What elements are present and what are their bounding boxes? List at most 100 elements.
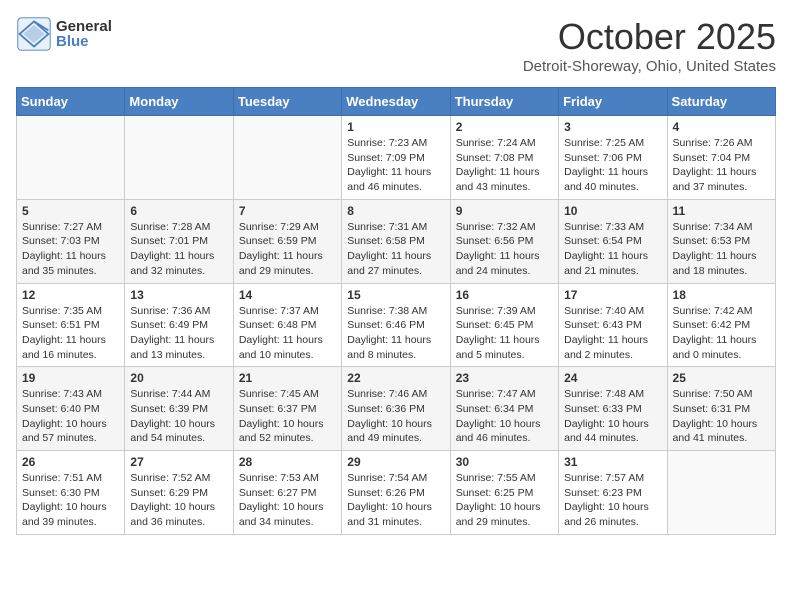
day-number: 31 [564, 455, 661, 469]
day-number: 24 [564, 371, 661, 385]
calendar-cell [233, 116, 341, 200]
logo-icon [16, 16, 52, 52]
day-number: 15 [347, 288, 444, 302]
day-number: 28 [239, 455, 336, 469]
calendar-cell [17, 116, 125, 200]
calendar-cell: 10Sunrise: 7:33 AM Sunset: 6:54 PM Dayli… [559, 199, 667, 283]
day-number: 20 [130, 371, 227, 385]
day-number: 27 [130, 455, 227, 469]
calendar-cell: 4Sunrise: 7:26 AM Sunset: 7:04 PM Daylig… [667, 116, 775, 200]
day-header-thursday: Thursday [450, 88, 558, 116]
day-number: 26 [22, 455, 119, 469]
day-info: Sunrise: 7:37 AM Sunset: 6:48 PM Dayligh… [239, 304, 336, 363]
day-info: Sunrise: 7:54 AM Sunset: 6:26 PM Dayligh… [347, 471, 444, 530]
calendar-cell: 2 Sunrise: 7:24 AM Sunset: 7:08 PM Daylig… [450, 116, 558, 200]
page-header: General Blue October 2025 Detroit-Shorew… [16, 16, 776, 75]
day-header-wednesday: Wednesday [342, 88, 450, 116]
day-number: 3 [564, 120, 661, 134]
day-number: 30 [456, 455, 553, 469]
logo-text: General Blue [56, 19, 112, 49]
calendar-week-1: 1 Sunrise: 7:23 AM Sunset: 7:09 PM Daylig… [17, 116, 776, 200]
calendar-cell [667, 451, 775, 535]
day-info: Sunrise: 7:48 AM Sunset: 6:33 PM Dayligh… [564, 387, 661, 446]
calendar-cell: 26 Sunrise: 7:51 AM Sunset: 6:30 PM Dayli… [17, 451, 125, 535]
day-number: 5 [22, 204, 119, 218]
day-info: Sunrise: 7:40 AM Sunset: 6:43 PM Dayligh… [564, 304, 661, 363]
calendar-cell: 18Sunrise: 7:42 AM Sunset: 6:42 PM Dayli… [667, 283, 775, 367]
day-number: 7 [239, 204, 336, 218]
day-info: Sunrise: 7:55 AM Sunset: 6:25 PM Dayligh… [456, 471, 553, 530]
calendar-cell: 30 Sunrise: 7:55 AM Sunset: 6:25 PM Dayli… [450, 451, 558, 535]
calendar-week-3: 12Sunrise: 7:35 AM Sunset: 6:51 PM Dayli… [17, 283, 776, 367]
day-number: 14 [239, 288, 336, 302]
day-number: 29 [347, 455, 444, 469]
day-number: 9 [456, 204, 553, 218]
day-number: 25 [673, 371, 770, 385]
calendar-cell: 6Sunrise: 7:28 AM Sunset: 7:01 PM Daylig… [125, 199, 233, 283]
day-number: 1 [347, 120, 444, 134]
day-number: 23 [456, 371, 553, 385]
calendar-cell: 20 Sunrise: 7:44 AM Sunset: 6:39 PM Dayli… [125, 367, 233, 451]
calendar-cell: 19 Sunrise: 7:43 AM Sunset: 6:40 PM Dayli… [17, 367, 125, 451]
calendar-cell: 24 Sunrise: 7:48 AM Sunset: 6:33 PM Dayli… [559, 367, 667, 451]
day-number: 8 [347, 204, 444, 218]
day-info: Sunrise: 7:36 AM Sunset: 6:49 PM Dayligh… [130, 304, 227, 363]
calendar-cell [125, 116, 233, 200]
day-info: Sunrise: 7:24 AM Sunset: 7:08 PM Dayligh… [456, 136, 553, 195]
day-info: Sunrise: 7:47 AM Sunset: 6:34 PM Dayligh… [456, 387, 553, 446]
location: Detroit-Shoreway, Ohio, United States [523, 58, 776, 75]
day-number: 22 [347, 371, 444, 385]
day-number: 16 [456, 288, 553, 302]
title-area: October 2025 Detroit-Shoreway, Ohio, Uni… [523, 16, 776, 75]
day-info: Sunrise: 7:35 AM Sunset: 6:51 PM Dayligh… [22, 304, 119, 363]
logo: General Blue [16, 16, 112, 52]
day-header-sunday: Sunday [17, 88, 125, 116]
day-number: 13 [130, 288, 227, 302]
day-number: 21 [239, 371, 336, 385]
day-number: 2 [456, 120, 553, 134]
calendar-week-4: 19 Sunrise: 7:43 AM Sunset: 6:40 PM Dayli… [17, 367, 776, 451]
calendar-cell: 9Sunrise: 7:32 AM Sunset: 6:56 PM Daylig… [450, 199, 558, 283]
day-info: Sunrise: 7:27 AM Sunset: 7:03 PM Dayligh… [22, 220, 119, 279]
day-info: Sunrise: 7:38 AM Sunset: 6:46 PM Dayligh… [347, 304, 444, 363]
day-number: 17 [564, 288, 661, 302]
day-info: Sunrise: 7:23 AM Sunset: 7:09 PM Dayligh… [347, 136, 444, 195]
calendar-cell: 14 Sunrise: 7:37 AM Sunset: 6:48 PM Dayli… [233, 283, 341, 367]
logo-blue: Blue [56, 34, 112, 49]
calendar-header-row: SundayMondayTuesdayWednesdayThursdayFrid… [17, 88, 776, 116]
day-info: Sunrise: 7:25 AM Sunset: 7:06 PM Dayligh… [564, 136, 661, 195]
calendar-cell: 27 Sunrise: 7:52 AM Sunset: 6:29 PM Dayli… [125, 451, 233, 535]
day-number: 4 [673, 120, 770, 134]
calendar-cell: 11Sunrise: 7:34 AM Sunset: 6:53 PM Dayli… [667, 199, 775, 283]
day-header-friday: Friday [559, 88, 667, 116]
day-info: Sunrise: 7:31 AM Sunset: 6:58 PM Dayligh… [347, 220, 444, 279]
logo-general: General [56, 19, 112, 34]
day-info: Sunrise: 7:44 AM Sunset: 6:39 PM Dayligh… [130, 387, 227, 446]
calendar-cell: 16Sunrise: 7:39 AM Sunset: 6:45 PM Dayli… [450, 283, 558, 367]
day-number: 10 [564, 204, 661, 218]
day-number: 18 [673, 288, 770, 302]
calendar-cell: 5 Sunrise: 7:27 AM Sunset: 7:03 PM Daylig… [17, 199, 125, 283]
calendar-cell: 15 Sunrise: 7:38 AM Sunset: 6:46 PM Dayli… [342, 283, 450, 367]
day-info: Sunrise: 7:43 AM Sunset: 6:40 PM Dayligh… [22, 387, 119, 446]
calendar-cell: 25Sunrise: 7:50 AM Sunset: 6:31 PM Dayli… [667, 367, 775, 451]
day-header-monday: Monday [125, 88, 233, 116]
calendar-cell: 7 Sunrise: 7:29 AM Sunset: 6:59 PM Daylig… [233, 199, 341, 283]
month-title: October 2025 [523, 16, 776, 58]
day-header-saturday: Saturday [667, 88, 775, 116]
day-number: 19 [22, 371, 119, 385]
calendar-cell: 29 Sunrise: 7:54 AM Sunset: 6:26 PM Dayli… [342, 451, 450, 535]
day-info: Sunrise: 7:45 AM Sunset: 6:37 PM Dayligh… [239, 387, 336, 446]
calendar-cell: 28 Sunrise: 7:53 AM Sunset: 6:27 PM Dayli… [233, 451, 341, 535]
day-info: Sunrise: 7:53 AM Sunset: 6:27 PM Dayligh… [239, 471, 336, 530]
day-info: Sunrise: 7:28 AM Sunset: 7:01 PM Dayligh… [130, 220, 227, 279]
calendar-cell: 22Sunrise: 7:46 AM Sunset: 6:36 PM Dayli… [342, 367, 450, 451]
calendar-cell: 1 Sunrise: 7:23 AM Sunset: 7:09 PM Daylig… [342, 116, 450, 200]
day-info: Sunrise: 7:52 AM Sunset: 6:29 PM Dayligh… [130, 471, 227, 530]
day-info: Sunrise: 7:34 AM Sunset: 6:53 PM Dayligh… [673, 220, 770, 279]
calendar-week-2: 5 Sunrise: 7:27 AM Sunset: 7:03 PM Daylig… [17, 199, 776, 283]
day-info: Sunrise: 7:51 AM Sunset: 6:30 PM Dayligh… [22, 471, 119, 530]
calendar-cell: 3 Sunrise: 7:25 AM Sunset: 7:06 PM Daylig… [559, 116, 667, 200]
calendar-cell: 31Sunrise: 7:57 AM Sunset: 6:23 PM Dayli… [559, 451, 667, 535]
day-info: Sunrise: 7:29 AM Sunset: 6:59 PM Dayligh… [239, 220, 336, 279]
